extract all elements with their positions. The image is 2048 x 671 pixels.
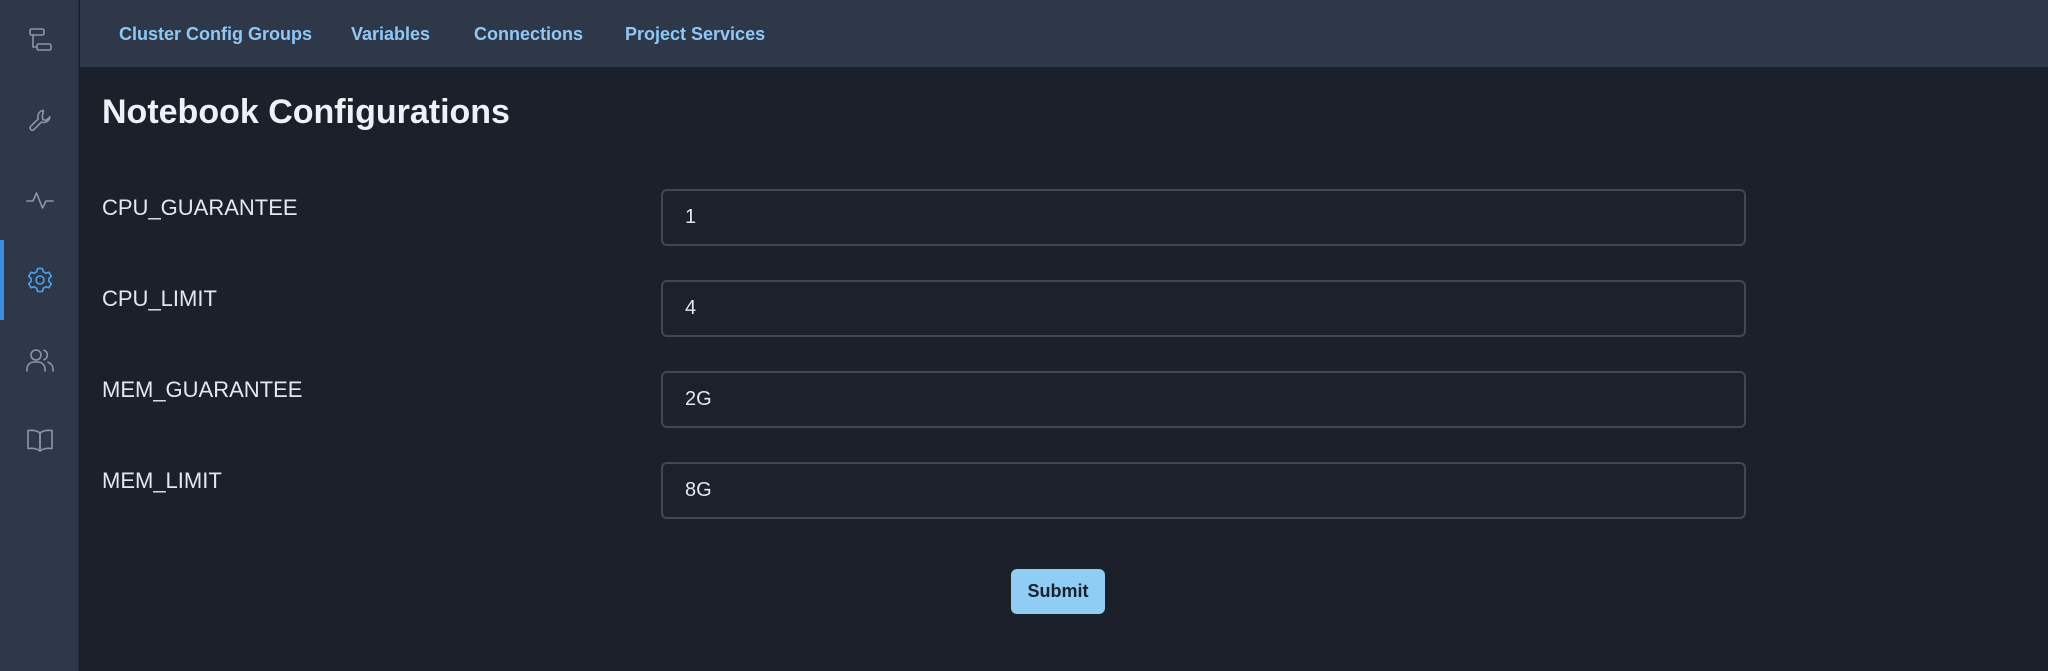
tab-variables[interactable]: Variables bbox=[351, 24, 430, 45]
top-navigation: Cluster Config Groups Variables Connecti… bbox=[80, 0, 2048, 67]
cpu-limit-input[interactable] bbox=[661, 280, 1746, 337]
sidebar-item-tools[interactable] bbox=[0, 80, 79, 160]
sidebar-item-settings[interactable] bbox=[0, 240, 79, 320]
mem-limit-label: MEM_LIMIT bbox=[102, 468, 222, 493]
gear-icon bbox=[27, 267, 52, 293]
sidebar-item-workflow[interactable] bbox=[0, 0, 79, 80]
users-icon bbox=[25, 349, 54, 372]
workflow-icon bbox=[28, 28, 52, 51]
wrench-icon bbox=[28, 109, 51, 131]
page-title: Notebook Configurations bbox=[102, 93, 510, 131]
tab-connections[interactable]: Connections bbox=[474, 24, 583, 45]
sidebar-item-activity[interactable] bbox=[0, 160, 79, 240]
book-icon bbox=[26, 429, 53, 452]
mem-limit-input[interactable] bbox=[661, 462, 1746, 519]
submit-button[interactable]: Submit bbox=[1011, 569, 1105, 614]
mem-guarantee-input[interactable] bbox=[661, 371, 1746, 428]
cpu-guarantee-input[interactable] bbox=[661, 189, 1746, 246]
cpu-limit-label: CPU_LIMIT bbox=[102, 286, 217, 311]
sidebar-item-users[interactable] bbox=[0, 320, 79, 400]
tab-project-services[interactable]: Project Services bbox=[625, 24, 765, 45]
cpu-guarantee-label: CPU_GUARANTEE bbox=[102, 195, 298, 220]
sidebar bbox=[0, 0, 79, 671]
mem-guarantee-label: MEM_GUARANTEE bbox=[102, 377, 303, 402]
activity-icon bbox=[25, 192, 54, 209]
tab-cluster-config-groups[interactable]: Cluster Config Groups bbox=[119, 24, 312, 45]
sidebar-item-docs[interactable] bbox=[0, 400, 79, 480]
